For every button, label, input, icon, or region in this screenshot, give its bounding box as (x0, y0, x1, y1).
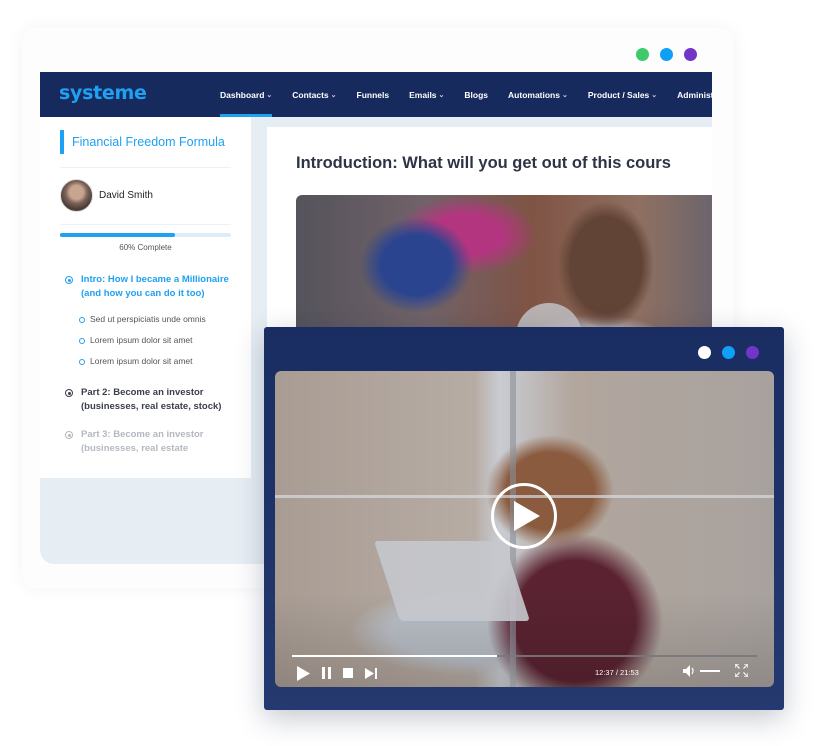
course-progress-fill (60, 233, 175, 237)
course-author: David Smith (60, 179, 153, 212)
volume-control[interactable] (683, 665, 720, 677)
sublesson-item[interactable]: Lorem ipsum dolor sit amet (79, 330, 235, 351)
lesson-list: Intro: How I became a Millionaire (and h… (65, 273, 235, 456)
chevron-down-icon: ⌄ (438, 91, 445, 99)
chevron-down-icon: ⌄ (561, 91, 568, 99)
next-control-button[interactable] (365, 667, 377, 679)
nav-item-automations[interactable]: Automations ⌄ (508, 72, 568, 117)
volume-slider[interactable] (700, 670, 720, 672)
nav-item-funnels[interactable]: Funnels (357, 72, 390, 117)
back-window-controls (636, 48, 697, 61)
video-player[interactable]: 12:37 / 21:53 (275, 371, 774, 687)
video-player-window: 12:37 / 21:53 (264, 327, 784, 710)
window-dot-blue[interactable] (660, 48, 673, 61)
nav-item-emails[interactable]: Emails ⌄ (409, 72, 444, 117)
pause-control-button[interactable] (322, 667, 331, 679)
progress-label: 60% Complete (119, 243, 172, 252)
lesson-heading: Introduction: What will you get out of t… (296, 154, 671, 172)
nav-item-product-sales[interactable]: Product / Sales ⌄ (588, 72, 657, 117)
nav-menu: Dashboard ⌄ Contacts ⌄ Funnels Emails ⌄ Blo… (220, 72, 712, 117)
lesson-radio-icon (65, 276, 73, 284)
seek-bar[interactable] (292, 655, 757, 657)
player-controls (297, 664, 377, 682)
top-navbar: systeme Dashboard ⌄ Contacts ⌄ Funnels Ema… (40, 72, 712, 117)
divider (60, 167, 231, 168)
chevron-down-icon: ⌄ (266, 91, 273, 99)
stop-control-button[interactable] (343, 668, 353, 678)
player-window-controls (698, 346, 759, 359)
lesson-radio-icon (65, 389, 73, 397)
lesson-radio-icon (65, 431, 73, 439)
chevron-down-icon: ⌄ (651, 91, 658, 99)
nav-item-blogs[interactable]: Blogs (464, 72, 488, 117)
course-sidebar: Financial Freedom Formula David Smith 60… (40, 117, 251, 478)
sublesson-list: Sed ut perspiciatis unde omnis Lorem ips… (65, 309, 235, 372)
course-title: Financial Freedom Formula (60, 130, 225, 154)
divider (60, 224, 231, 225)
nav-item-dashboard[interactable]: Dashboard ⌄ (220, 72, 273, 117)
window-dot-white[interactable] (698, 346, 711, 359)
systeme-logo[interactable]: systeme (59, 82, 147, 104)
sublesson-item[interactable]: Lorem ipsum dolor sit amet (79, 351, 235, 372)
stop-icon (343, 668, 353, 678)
window-dot-blue[interactable] (722, 346, 735, 359)
sublesson-item[interactable]: Sed ut perspiciatis unde omnis (79, 309, 235, 330)
window-dot-purple[interactable] (746, 346, 759, 359)
time-readout: 12:37 / 21:53 (595, 668, 639, 677)
seek-bar-progress (292, 655, 497, 657)
play-icon (297, 665, 310, 681)
lesson-item-part-2[interactable]: Part 2: Become an investor (businesses, … (65, 386, 235, 414)
video-scene-detail (374, 541, 530, 621)
course-progress-bar (60, 233, 231, 237)
play-icon (514, 501, 540, 531)
chevron-down-icon: ⌄ (330, 91, 337, 99)
window-dot-green[interactable] (636, 48, 649, 61)
author-name: David Smith (99, 190, 153, 201)
fullscreen-icon (734, 663, 749, 678)
sidebar-fade (40, 448, 251, 478)
skip-next-icon (365, 667, 377, 679)
fullscreen-button[interactable] (734, 663, 749, 682)
window-dot-purple[interactable] (684, 48, 697, 61)
lesson-item-intro[interactable]: Intro: How I became a Millionaire (and h… (65, 273, 235, 301)
pause-icon (322, 667, 331, 679)
volume-icon (683, 665, 694, 677)
play-control-button[interactable] (297, 665, 310, 681)
nav-item-administration[interactable]: Administration⌄ (677, 72, 712, 117)
nav-item-contacts[interactable]: Contacts ⌄ (292, 72, 336, 117)
author-avatar (60, 179, 93, 212)
play-overlay-button[interactable] (491, 483, 557, 549)
